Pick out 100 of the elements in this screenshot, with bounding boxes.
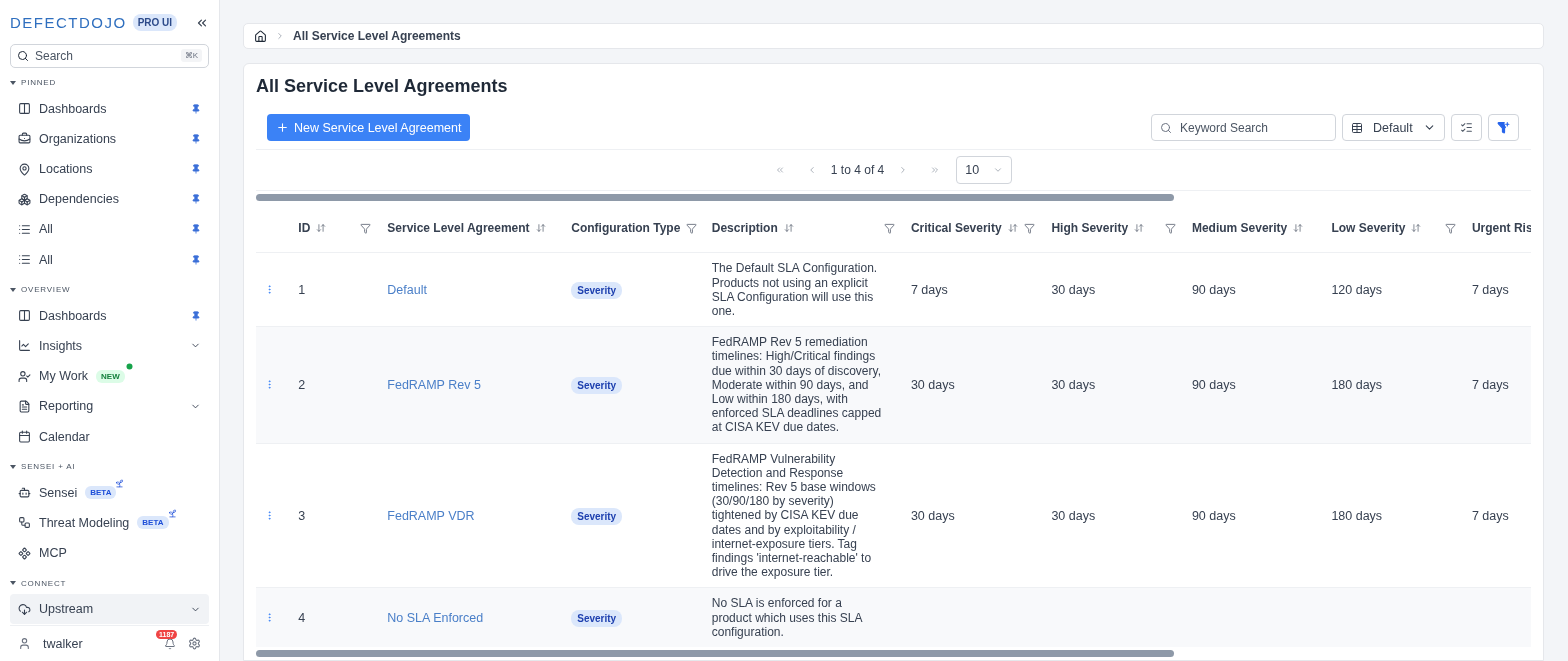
agreement-link[interactable]: Default <box>387 282 427 297</box>
calendar-icon <box>18 430 31 444</box>
sort-icon[interactable] <box>1134 223 1145 234</box>
table-cell: 30 days <box>1051 377 1096 392</box>
sprout-icon <box>115 479 125 489</box>
search-icon <box>17 49 29 62</box>
search-icon <box>1160 121 1172 134</box>
nav-item[interactable]: Upstream <box>10 594 209 625</box>
table-cell: 3 <box>298 508 306 523</box>
filter-icon[interactable] <box>1444 222 1456 234</box>
edition-badge: PRO UI <box>132 14 178 32</box>
table-cell: 30 days <box>1051 282 1096 297</box>
sort-icon[interactable] <box>1411 223 1422 234</box>
agreement-link[interactable]: FedRAMP VDR <box>387 508 475 523</box>
column-header[interactable]: Service Level Agreement <box>387 221 530 236</box>
nav-item[interactable]: Sensei BETA <box>10 477 209 508</box>
table-cell: 2 <box>298 377 306 392</box>
table-cell: 90 days <box>1191 377 1236 392</box>
document-icon <box>18 399 31 413</box>
cloud-icon <box>18 602 31 616</box>
pin-icon[interactable] <box>191 310 201 321</box>
nav-item[interactable]: Dashboards <box>10 93 209 124</box>
table-cell: 7 days <box>1471 282 1509 297</box>
nav-item[interactable]: Insights <box>10 330 209 362</box>
columns-button[interactable] <box>1451 114 1482 141</box>
table-cell: 30 days <box>910 508 955 523</box>
filter-button[interactable] <box>1488 114 1519 141</box>
nav-item[interactable]: All <box>10 214 209 245</box>
list-checks-icon <box>1460 121 1473 134</box>
caret-icon[interactable] <box>10 287 16 292</box>
type-tag: Severity <box>571 376 623 394</box>
filter-icon <box>1497 121 1510 134</box>
table-cell: 90 days <box>1191 282 1236 297</box>
view-select[interactable]: Default <box>1342 114 1445 141</box>
nav-item[interactable]: Calendar <box>10 421 209 452</box>
user-name[interactable]: twalker <box>43 636 83 651</box>
nav-item[interactable]: Dashboards <box>10 300 209 331</box>
agreement-link[interactable]: No SLA Enforced <box>387 610 484 625</box>
dashboard-icon <box>18 102 31 116</box>
column-header[interactable]: Medium Severity <box>1191 221 1288 236</box>
dot-icon <box>125 362 133 370</box>
caret-icon[interactable] <box>10 581 16 586</box>
caret-icon[interactable] <box>10 80 16 85</box>
keyword-search-box[interactable]: Keyword Search <box>1151 114 1336 141</box>
column-header[interactable]: ID <box>298 221 311 236</box>
plus-icon <box>276 121 289 134</box>
sort-icon[interactable] <box>1293 223 1304 234</box>
map-pin-icon <box>18 162 31 176</box>
line-chart-icon <box>18 339 31 353</box>
section-title: PINNED <box>21 78 57 88</box>
nav-item[interactable]: Threat Modeling BETA <box>10 507 209 538</box>
sort-icon[interactable] <box>1007 223 1018 234</box>
nav-item[interactable]: Organizations <box>10 123 209 154</box>
filter-icon[interactable] <box>686 222 698 234</box>
agreement-link[interactable]: FedRAMP Rev 5 <box>387 377 481 392</box>
briefcase-icon <box>18 132 31 146</box>
nav-item[interactable]: MCP <box>10 537 209 569</box>
nav-item[interactable]: All <box>10 244 209 275</box>
pin-icon[interactable] <box>191 164 201 175</box>
page-size-select[interactable]: 10 <box>956 155 1013 184</box>
search-field[interactable]: Search <box>35 44 175 67</box>
column-header[interactable]: Configuration Type <box>571 221 681 236</box>
table-cell: 4 <box>298 610 306 625</box>
column-header[interactable]: Critical Severity <box>910 221 1002 236</box>
pin-icon[interactable] <box>191 103 201 114</box>
nav-item[interactable]: Dependencies <box>10 184 209 215</box>
pin-icon[interactable] <box>191 224 201 235</box>
nav-item[interactable]: Locations <box>10 153 209 185</box>
sort-icon[interactable] <box>316 223 327 234</box>
pin-icon[interactable] <box>191 133 201 144</box>
table-cell: 1 <box>298 282 306 297</box>
column-header[interactable]: High Severity <box>1051 221 1129 236</box>
sort-icon[interactable] <box>535 223 546 234</box>
nav-item[interactable]: My Work NEW <box>10 361 209 392</box>
pin-icon[interactable] <box>191 194 201 205</box>
table-cell: 180 days <box>1331 508 1383 523</box>
home-icon[interactable] <box>254 29 267 43</box>
filter-icon[interactable] <box>360 222 372 234</box>
keyword-search-field[interactable]: Keyword Search <box>1180 115 1327 140</box>
description-text: FedRAMP Rev 5 remediation timelines: High/Critical findings due within 30 days of discovery, Moderate within 90 days, and Low within 180 days, with enforced SLA deadlines capped at CISA KEV due dates. <box>711 335 883 435</box>
type-tag: Severity <box>571 281 623 299</box>
pin-icon[interactable] <box>191 254 201 265</box>
search-box[interactable]: Search ⌘K <box>10 43 209 68</box>
filter-icon[interactable] <box>1164 222 1176 234</box>
filter-icon[interactable] <box>883 222 895 234</box>
type-tag: Severity <box>571 507 623 525</box>
table-cell: 30 days <box>910 377 955 392</box>
new-agreement-button[interactable]: New Service Level Agreement <box>267 114 471 141</box>
filter-icon[interactable] <box>1024 222 1036 234</box>
table-cell: 120 days <box>1331 282 1383 297</box>
sprout-icon <box>167 509 177 519</box>
bell-icon[interactable] <box>164 637 176 650</box>
column-header[interactable]: Description <box>711 221 778 236</box>
caret-icon[interactable] <box>10 464 16 469</box>
column-header[interactable]: Low Severity <box>1331 221 1406 236</box>
chevron-right-icon <box>275 31 285 41</box>
nav-item[interactable]: Reporting <box>10 391 209 422</box>
sort-icon[interactable] <box>783 223 794 234</box>
settings-icon[interactable] <box>188 637 201 651</box>
table-cell: 90 days <box>1191 508 1236 523</box>
